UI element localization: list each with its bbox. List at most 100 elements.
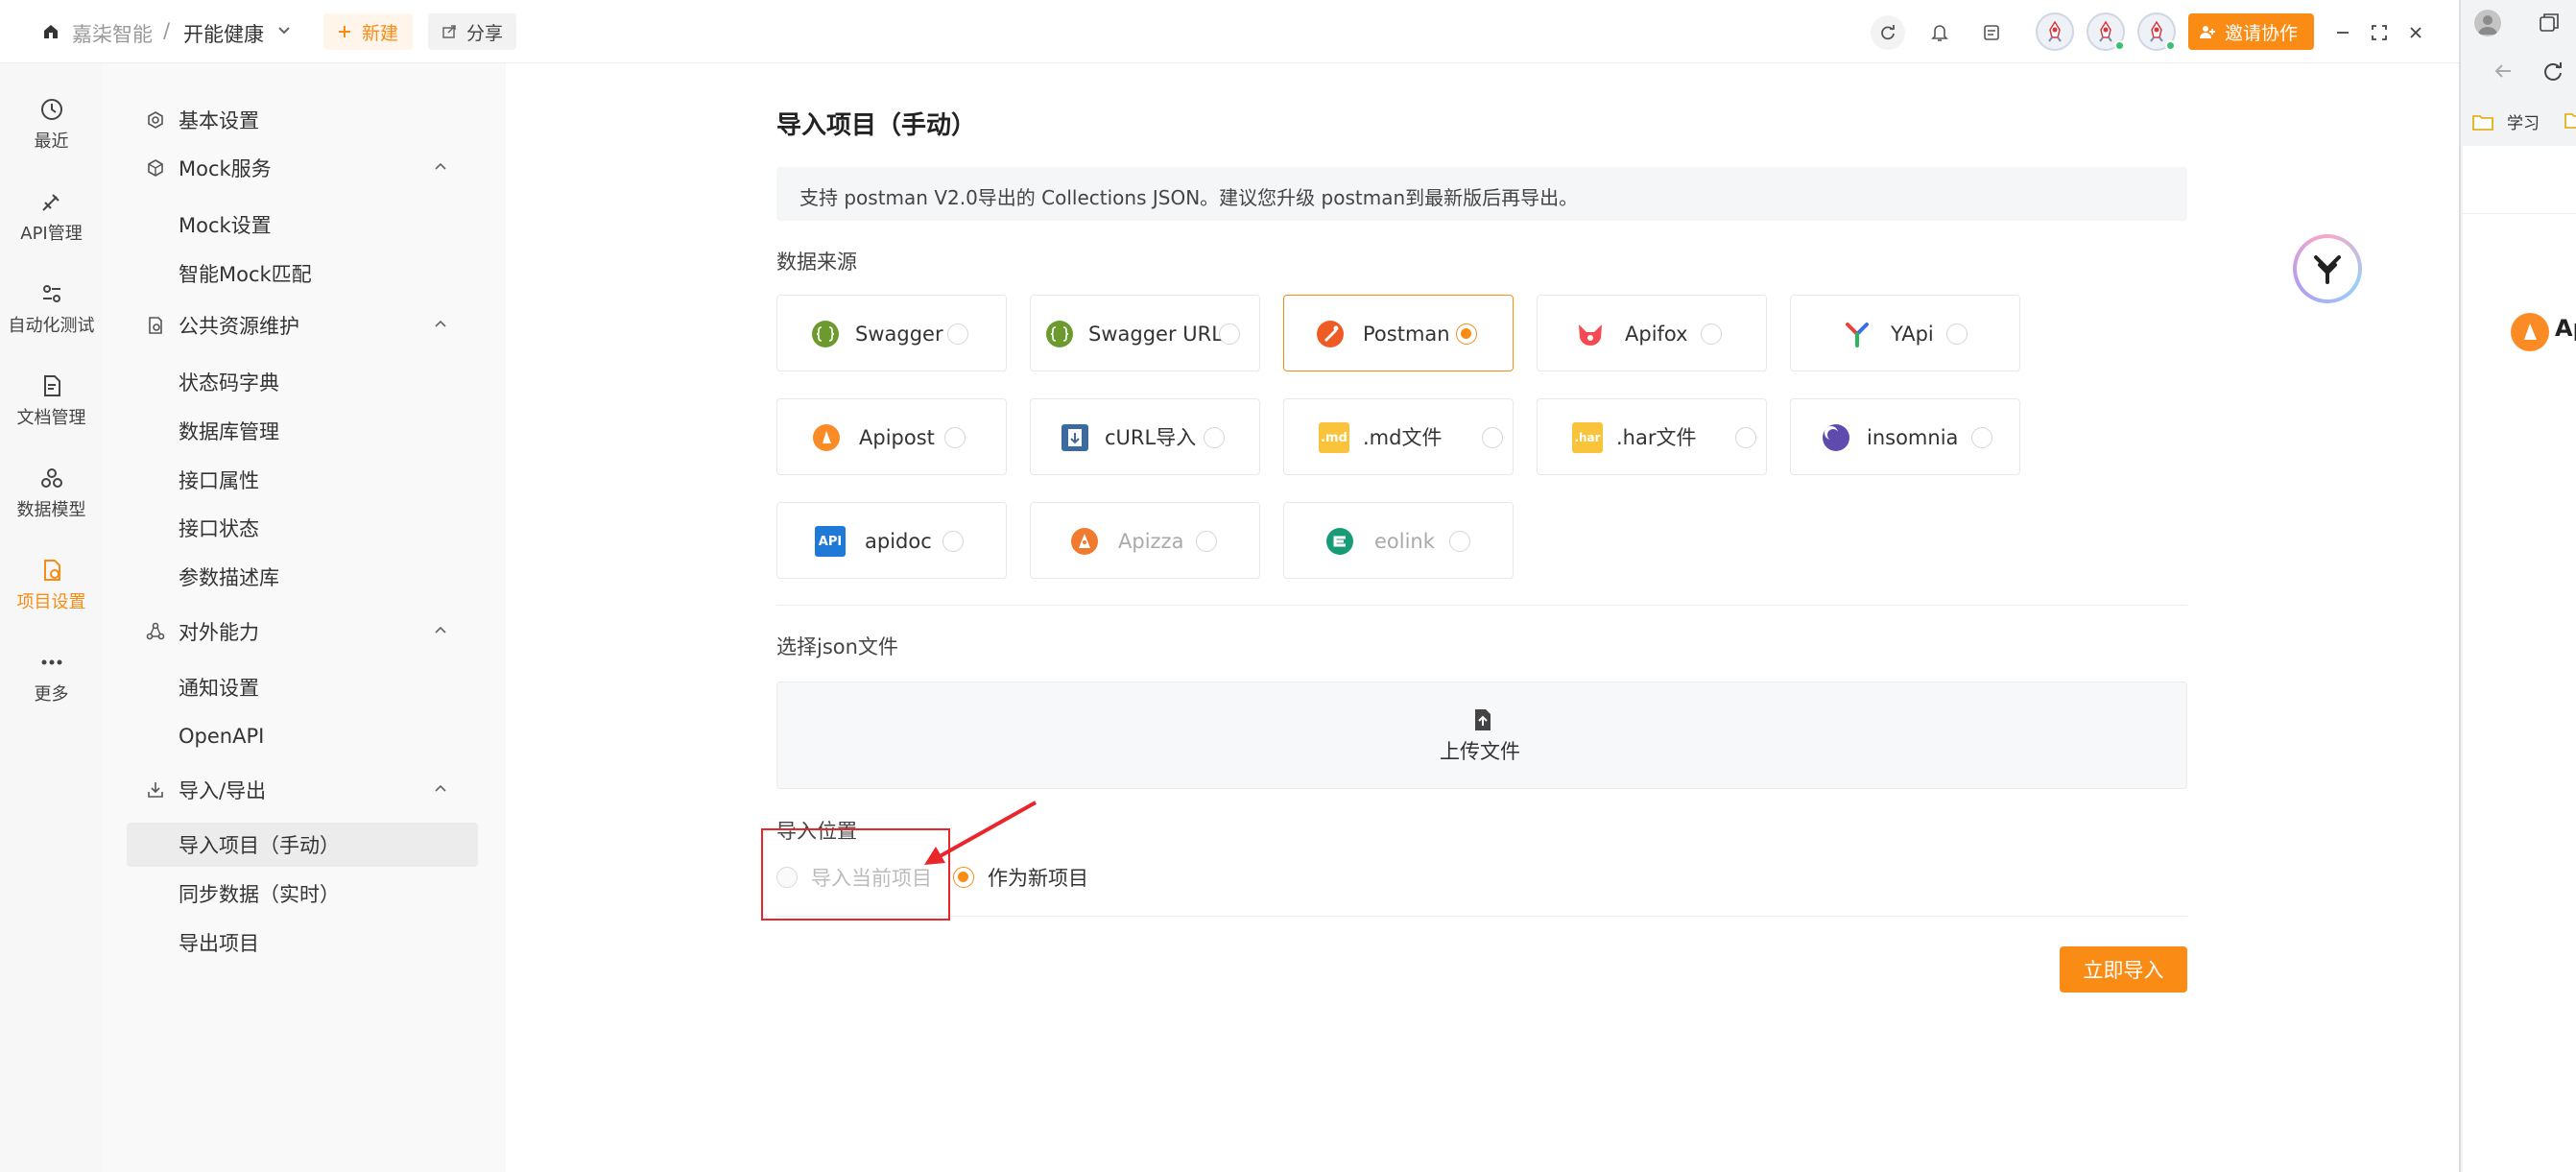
source-card-apizza[interactable]: Apizza xyxy=(1030,502,1260,579)
rail-item-docs[interactable]: 文档管理 xyxy=(0,359,103,443)
swagger-icon xyxy=(812,321,839,347)
avatar[interactable] xyxy=(2087,12,2125,51)
menu-item-basic-settings[interactable]: 基本设置 xyxy=(103,96,506,144)
source-card-label: YApi xyxy=(1891,323,1934,346)
menu-item-api-status[interactable]: 接口状态 xyxy=(179,507,259,549)
radio-circle-checked[interactable] xyxy=(953,867,974,888)
notification-button[interactable] xyxy=(1922,15,1957,50)
team-name[interactable]: 嘉柒智能 xyxy=(72,19,153,48)
yapi-icon xyxy=(1846,323,1869,347)
import-now-button[interactable]: 立即导入 xyxy=(2060,946,2187,993)
profile-avatar[interactable] xyxy=(2474,10,2501,36)
menu-item-smart-mock[interactable]: 智能Mock匹配 xyxy=(179,252,312,295)
source-card-swagger[interactable]: Swagger xyxy=(776,295,1007,371)
bell-icon xyxy=(1931,25,1948,41)
source-radio[interactable] xyxy=(1196,531,1217,552)
menu-group-external[interactable]: 对外能力 xyxy=(103,608,506,656)
menu-group-mock[interactable]: Mock服务 xyxy=(103,144,506,192)
menu-item-sync-data[interactable]: 同步数据（实时） xyxy=(179,873,340,915)
rail-item-label: 最近 xyxy=(34,132,69,152)
eolink-icon xyxy=(1326,528,1353,555)
source-card-md[interactable]: .md .md文件 xyxy=(1283,398,1514,475)
source-radio[interactable] xyxy=(1946,323,1968,345)
source-card-insomnia[interactable]: insomnia xyxy=(1790,398,2020,475)
bookmark-folder[interactable]: 学习 xyxy=(2472,109,2540,133)
source-card-curl[interactable]: cURL导入 xyxy=(1030,398,1260,475)
minimize-button[interactable] xyxy=(2326,15,2360,50)
source-radio[interactable] xyxy=(1701,323,1722,345)
menu-group-import-export[interactable]: 导入/导出 xyxy=(103,766,506,814)
source-radio[interactable] xyxy=(1219,323,1240,345)
rail-item-data-model[interactable]: 数据模型 xyxy=(0,451,103,536)
message-button[interactable] xyxy=(1974,15,2009,50)
menu-item-mock-settings[interactable]: Mock设置 xyxy=(179,203,272,246)
project-name[interactable]: 开能健康 xyxy=(183,19,264,48)
online-indicator xyxy=(2165,40,2176,51)
source-radio[interactable] xyxy=(1449,531,1470,552)
source-radio[interactable] xyxy=(942,531,964,552)
menu-item-openapi[interactable]: OpenAPI xyxy=(179,715,264,757)
chevron-up-icon xyxy=(435,784,446,792)
invite-button[interactable]: 邀请协作 xyxy=(2188,13,2314,50)
menu-group-public-resources[interactable]: 公共资源维护 xyxy=(103,301,506,349)
source-card-swagger-url[interactable]: Swagger URL xyxy=(1030,295,1260,371)
menu-item-notification[interactable]: 通知设置 xyxy=(179,666,259,708)
plus-icon xyxy=(339,26,350,37)
menu-item-status-codes[interactable]: 状态码字典 xyxy=(179,361,279,403)
source-card-apidoc[interactable]: API apidoc xyxy=(776,502,1007,579)
source-card-eolink[interactable]: eolink xyxy=(1283,502,1514,579)
rail-item-api[interactable]: API管理 xyxy=(0,175,103,259)
source-card-label: cURL导入 xyxy=(1105,426,1197,449)
source-radio[interactable] xyxy=(1735,427,1756,448)
sliders-icon xyxy=(42,285,60,302)
source-radio[interactable] xyxy=(1971,427,1992,448)
avatar[interactable] xyxy=(2036,12,2074,51)
tabs-icon[interactable] xyxy=(2538,12,2561,35)
folder-icon[interactable] xyxy=(2564,111,2576,129)
back-arrow-icon[interactable] xyxy=(2492,60,2515,83)
source-card-apifox[interactable]: Apifox xyxy=(1537,295,1767,371)
source-card-label: insomnia xyxy=(1867,426,1959,449)
source-radio[interactable] xyxy=(1482,427,1503,448)
rail-item-label: 更多 xyxy=(34,684,69,705)
avatar[interactable] xyxy=(2137,12,2176,51)
new-button[interactable]: 新建 xyxy=(323,13,413,50)
source-card-har[interactable]: .har .har文件 xyxy=(1537,398,1767,475)
source-card-apipost[interactable]: Apipost xyxy=(776,398,1007,475)
apipost-logo-icon xyxy=(2511,313,2549,351)
source-card-postman[interactable]: Postman xyxy=(1283,295,1514,371)
close-button[interactable] xyxy=(2398,15,2433,50)
menu-item-import-manual[interactable]: 导入项目（手动） xyxy=(179,824,340,866)
chevron-down-icon[interactable] xyxy=(277,26,291,36)
rail-item-label: 文档管理 xyxy=(16,408,86,428)
source-card-yapi[interactable]: YApi xyxy=(1790,295,2020,371)
source-card-label: .md文件 xyxy=(1363,426,1443,449)
rail-item-project-settings[interactable]: 项目设置 xyxy=(0,543,103,628)
top-bar: 嘉柒智能 / 开能健康 新建 分享 邀请协作 xyxy=(0,0,2459,63)
menu-item-database[interactable]: 数据库管理 xyxy=(179,410,279,452)
upload-file-icon xyxy=(1475,709,1491,730)
mock-icon xyxy=(148,159,163,177)
menu-item-label: 基本设置 xyxy=(179,109,259,132)
assistant-logo-icon xyxy=(2314,255,2341,284)
source-radio[interactable] xyxy=(944,427,966,448)
rail-item-recent[interactable]: 最近 xyxy=(0,83,103,167)
menu-item-param-library[interactable]: 参数描述库 xyxy=(179,556,279,598)
rail-item-more[interactable]: 更多 xyxy=(0,635,103,720)
user-icon xyxy=(2478,15,2497,35)
reload-icon[interactable] xyxy=(2541,60,2564,83)
source-radio[interactable] xyxy=(1456,323,1477,345)
menu-item-export-project[interactable]: 导出项目 xyxy=(179,921,259,964)
message-icon xyxy=(1984,25,1999,40)
postman-icon xyxy=(1317,321,1344,347)
source-radio[interactable] xyxy=(947,323,968,345)
more-icon xyxy=(41,659,61,665)
menu-item-api-properties[interactable]: 接口属性 xyxy=(179,459,259,501)
assistant-button[interactable] xyxy=(2293,234,2362,303)
file-label: 选择json文件 xyxy=(776,635,898,658)
source-radio[interactable] xyxy=(1204,427,1225,448)
maximize-button[interactable] xyxy=(2362,15,2397,50)
share-button[interactable]: 分享 xyxy=(428,13,516,50)
refresh-button[interactable] xyxy=(1871,15,1905,50)
rail-item-automation[interactable]: 自动化测试 xyxy=(0,267,103,351)
